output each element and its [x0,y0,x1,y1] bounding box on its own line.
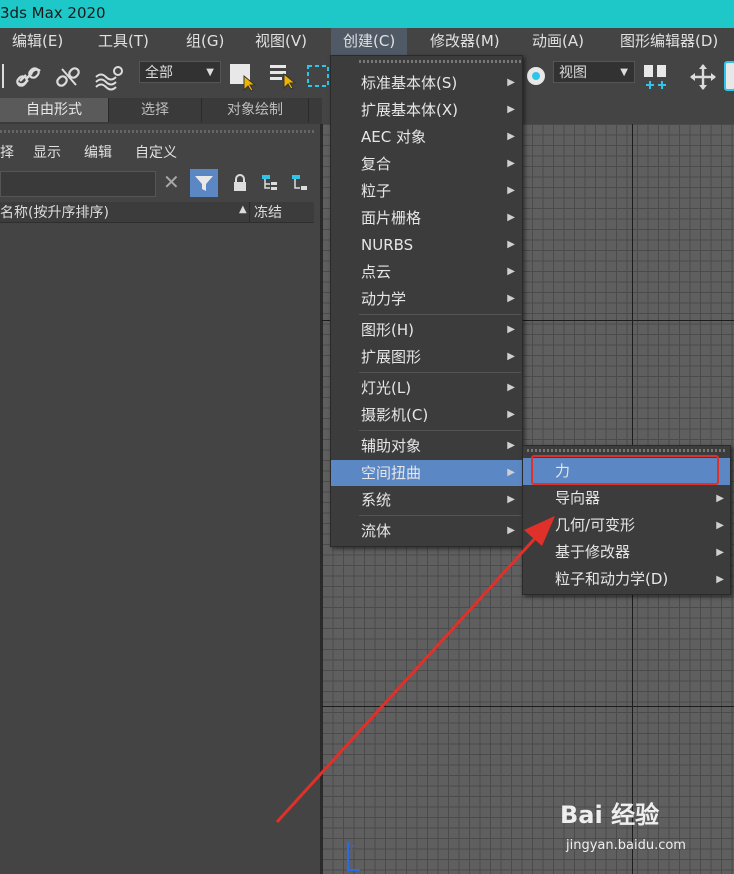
annotation-arrow [275,516,555,824]
baidu-watermark-url: jingyan.baidu.com [566,838,686,853]
baidu-watermark-logo: Bai 经验 [560,801,660,829]
